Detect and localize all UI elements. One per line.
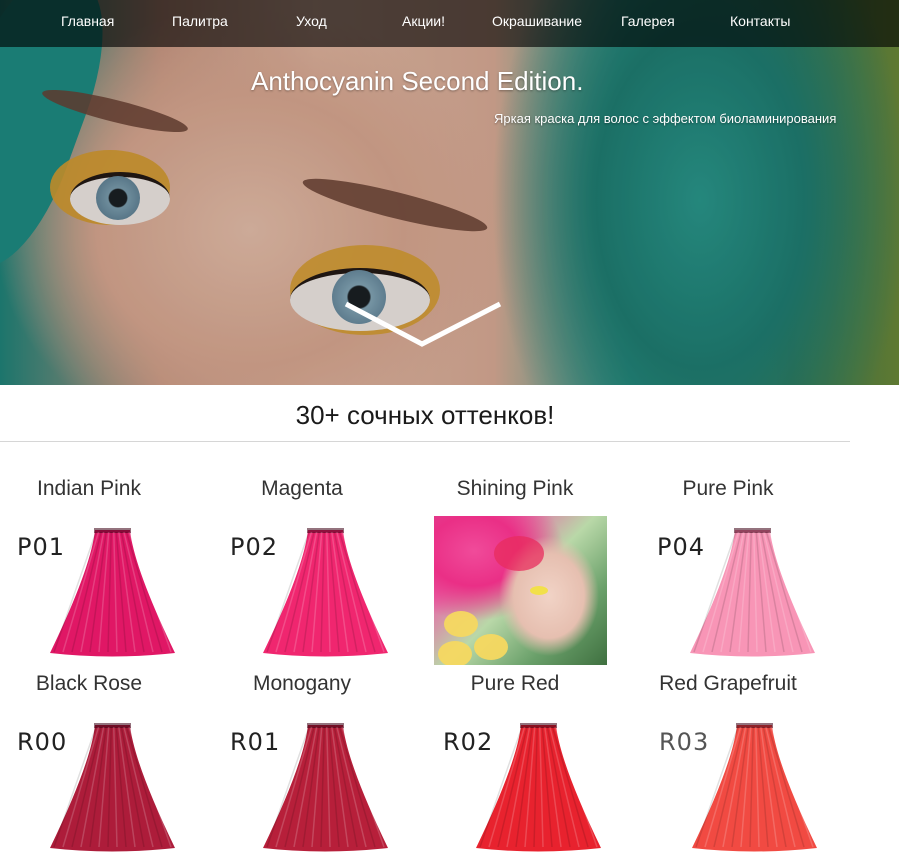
swatch-label-pure-red[interactable]: Pure Red xyxy=(420,672,610,696)
swatch-label-red-grapefruit[interactable]: Red Grapefruit xyxy=(633,672,823,696)
swatch-card-r03[interactable]: R03 xyxy=(652,711,827,861)
swatch-label-monogany[interactable]: Monogany xyxy=(207,672,397,696)
hair-strand-swatch xyxy=(50,723,175,852)
photo-face-paint xyxy=(494,536,544,571)
nav-item-promotions[interactable]: Акции! xyxy=(402,13,445,29)
hair-strand-swatch xyxy=(263,528,388,657)
palette-divider xyxy=(0,441,850,442)
swatch-label-shining-pink[interactable]: Shining Pink xyxy=(420,477,610,501)
palette-heading: 30+ сочных оттенков! xyxy=(295,400,555,430)
photo-flower xyxy=(474,634,508,660)
hero-title: Anthocyanin Second Edition. xyxy=(251,66,584,96)
nav-item-coloring[interactable]: Окрашивание xyxy=(492,13,582,29)
swatch-card-p02[interactable]: P02 xyxy=(223,516,398,666)
swatch-card-r02[interactable]: R02 xyxy=(436,711,611,861)
swatch-label-pure-pink[interactable]: Pure Pink xyxy=(633,477,823,501)
photo-lips xyxy=(530,586,548,595)
swatch-label-black-rose[interactable]: Black Rose xyxy=(0,672,184,696)
nav-item-contacts[interactable]: Контакты xyxy=(730,13,790,29)
hair-strand-swatch xyxy=(263,723,388,852)
nav-item-care[interactable]: Уход xyxy=(296,13,327,29)
hair-strand-swatch xyxy=(692,723,817,852)
nav-item-gallery[interactable]: Галерея xyxy=(621,13,675,29)
swatch-label-magenta[interactable]: Magenta xyxy=(207,477,397,501)
hero-subtitle: Яркая краска для волос с эффектом биолам… xyxy=(494,111,837,126)
scroll-down-chevron-icon[interactable] xyxy=(344,298,504,348)
photo-flower xyxy=(444,611,478,637)
top-navigation: Главная Палитра Уход Акции! Окрашивание … xyxy=(0,0,899,47)
photo-flower xyxy=(438,641,472,665)
swatch-card-p01[interactable]: P01 xyxy=(10,516,185,666)
shining-pink-model-photo[interactable] xyxy=(434,516,607,665)
nav-item-palette[interactable]: Палитра xyxy=(172,13,228,29)
nav-item-home[interactable]: Главная xyxy=(61,13,114,29)
hair-strand-swatch xyxy=(476,723,601,852)
swatch-card-r00[interactable]: R00 xyxy=(10,711,185,861)
swatch-card-r01[interactable]: R01 xyxy=(223,711,398,861)
hair-strand-swatch xyxy=(50,528,175,657)
hair-strand-swatch xyxy=(690,528,815,657)
swatch-label-indian-pink[interactable]: Indian Pink xyxy=(0,477,184,501)
hero-banner: Anthocyanin Second Edition. Яркая краска… xyxy=(0,0,899,385)
swatch-card-p04[interactable]: P04 xyxy=(650,516,825,666)
